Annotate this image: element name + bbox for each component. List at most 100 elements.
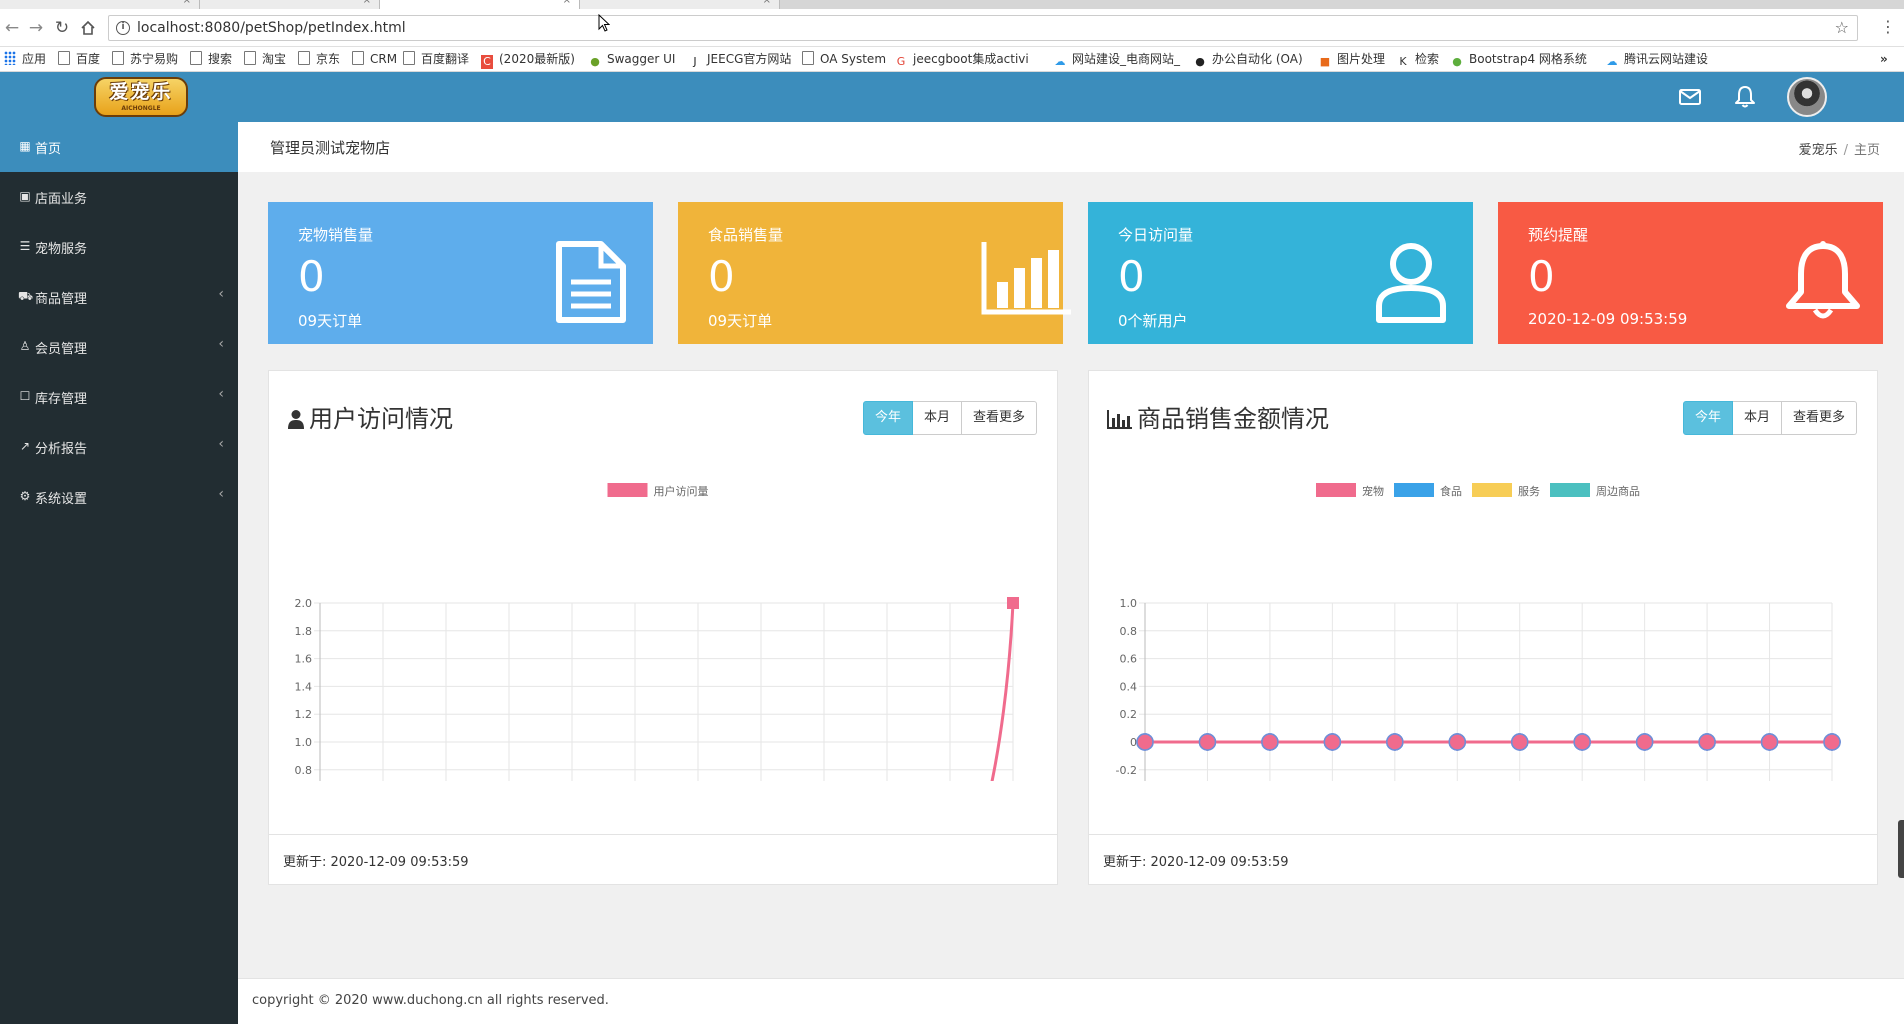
sales-btn-this-month[interactable]: 本月 [1732, 401, 1782, 435]
y-tick-label: 0.8 [1120, 625, 1138, 638]
browser-tabstrip: × × × × [0, 0, 1904, 9]
back-icon[interactable]: ← [2, 18, 22, 38]
bookmark-item[interactable]: ● Bootstrap4 网格系统 [1451, 51, 1587, 68]
content-header: 管理员测试宠物店 爱宠乐 / 主页 [238, 122, 1904, 172]
bookmark-item[interactable]: Gjeecgboot集成activi [895, 51, 1029, 68]
mouse-cursor-icon [598, 13, 611, 36]
bookmark-item[interactable]: ☁ 腾讯云网站建设 [1606, 51, 1709, 68]
sidebar-item[interactable]: ♙ 会员管理 ‹ [0, 322, 238, 372]
bookmark-item[interactable]: ● Swagger UI [589, 51, 675, 68]
app-logo[interactable]: 爱宠乐 AICHONGLE [94, 77, 188, 117]
bookmark-item[interactable]: CRM [352, 51, 397, 68]
visits-updated-text: 更新于: 2020-12-09 09:53:59 [283, 855, 469, 870]
legend-swatch [1394, 483, 1434, 497]
page-icon [802, 51, 814, 65]
close-icon[interactable]: × [183, 0, 191, 6]
sidebar-item[interactable]: ⚙ 系统设置 ‹ [0, 472, 238, 522]
close-icon[interactable]: × [363, 0, 371, 6]
visits-panel-title: 用户访问情况 [287, 399, 453, 435]
sidebar-item[interactable]: ☰ 宠物服务 [0, 222, 238, 272]
sidebar-item[interactable]: ▣ 店面业务 [0, 172, 238, 222]
bookmark-item[interactable]: 搜索 [190, 51, 232, 68]
visits-btn-this-month[interactable]: 本月 [912, 401, 962, 435]
bookmark-label: 搜索 [208, 52, 233, 66]
chevron-left-icon[interactable]: ‹ [218, 436, 224, 452]
envelope-icon[interactable] [1677, 84, 1703, 110]
browser-menu-icon[interactable]: ⋮ [1880, 17, 1896, 36]
file-text-icon [553, 240, 629, 324]
bookmark-label: OA System [820, 52, 887, 66]
bookmark-item[interactable]: 苏宁易购 [112, 51, 178, 68]
bookmark-item[interactable]: 百度翻译 [403, 51, 469, 68]
sidebar-item-label: 商品管理 [35, 292, 88, 307]
y-tick-label: 1.0 [1120, 597, 1138, 610]
list-icon: ☰ [19, 239, 31, 253]
bookmark-item[interactable]: OA System [802, 51, 886, 68]
bookmark-label: jeecgboot集成activi [913, 52, 1029, 66]
sales-line-chart: 宠物食品服务周边商品-1.0-0.8-0.6-0.4-0.200.20.40.6… [1116, 483, 1841, 781]
bookmarks-overflow-icon[interactable]: » [1880, 51, 1888, 68]
stat-box-value: 0 [708, 252, 735, 301]
sales-btn-more[interactable]: 查看更多 [1781, 401, 1857, 435]
user-avatar[interactable] [1787, 77, 1827, 117]
bookmark-item[interactable]: 应用 [4, 51, 46, 68]
browser-toolbar: ← → ↻ i localhost:8080/petShop/petIndex.… [0, 9, 1904, 47]
y-tick-label: 1.6 [295, 653, 313, 666]
visits-range-buttons: 今年 本月 查看更多 [862, 401, 1037, 435]
chevron-left-icon[interactable]: ‹ [218, 386, 224, 402]
sales-btn-this-year[interactable]: 今年 [1682, 401, 1733, 435]
close-icon[interactable]: × [763, 0, 771, 6]
browser-tab-active[interactable]: × [380, 0, 580, 9]
bookmark-star-icon[interactable]: ☆ [1835, 18, 1849, 37]
stat-box: 今日访问量 0 0个新用户 [1088, 202, 1473, 344]
browser-tab[interactable]: × [0, 0, 200, 9]
data-point [1698, 733, 1716, 751]
reload-icon[interactable]: ↻ [52, 18, 72, 38]
logo-subtext: AICHONGLE [121, 105, 161, 112]
sidebar-item[interactable]: ☐ 库存管理 ‹ [0, 372, 238, 422]
browser-tab[interactable]: × [580, 0, 780, 9]
stat-box: 食品销售量 0 09天订单 [678, 202, 1071, 344]
visits-btn-this-year[interactable]: 今年 [862, 401, 913, 435]
visits-btn-more[interactable]: 查看更多 [961, 401, 1037, 435]
chevron-left-icon[interactable]: ‹ [218, 336, 224, 352]
legend-label: 宠物 [1362, 484, 1384, 498]
data-point [1635, 733, 1654, 751]
y-tick-label: 1.4 [295, 680, 313, 693]
browser-tab[interactable]: × [200, 0, 380, 9]
c-icon: C [481, 55, 493, 69]
bookmark-label: 应用 [22, 52, 47, 66]
bookmark-item[interactable]: 淘宝 [244, 51, 286, 68]
bookmark-item[interactable]: J JEECG官方网站 [689, 51, 791, 68]
breadcrumb-root[interactable]: 爱宠乐 [1799, 143, 1838, 158]
close-icon[interactable]: × [563, 0, 571, 6]
sidebar-item[interactable]: ↗ 分析报告 ‹ [0, 422, 238, 472]
sidebar-item[interactable]: ⛟ 商品管理 ‹ [0, 272, 238, 322]
bookmark-item[interactable]: ■ 图片处理 [1319, 51, 1385, 68]
data-point [1136, 733, 1154, 751]
bookmark-item[interactable]: ☁ 网站建设_电商网站_ [1054, 51, 1181, 68]
bookmarks-bar: 应用 百度 苏宁易购 搜索 淘宝 京东 CRM 百度翻译 C (2020最新版) ● Swagger … [0, 47, 1904, 72]
bookmark-label: JEECG官方网站 [707, 52, 792, 66]
address-bar[interactable]: i localhost:8080/petShop/petIndex.html ☆ [108, 15, 1858, 41]
chevron-left-icon[interactable]: ‹ [218, 286, 224, 302]
office-icon: ■ [1319, 55, 1331, 68]
sidebar-item[interactable]: ▦ 首页 [0, 122, 238, 172]
bookmark-item[interactable]: C (2020最新版) [481, 51, 575, 69]
logo-text: 爱宠乐 [109, 81, 173, 103]
home-icon[interactable] [78, 18, 98, 38]
bookmark-item[interactable]: K 检索 [1397, 51, 1439, 68]
bookmark-item[interactable]: ● 办公自动化 (OA) [1194, 51, 1302, 68]
page-icon [112, 51, 124, 65]
data-point [1261, 733, 1279, 751]
forward-icon[interactable]: → [26, 18, 46, 38]
side-scroll-handle[interactable] [1898, 820, 1904, 878]
info-icon[interactable]: i [116, 21, 130, 35]
data-point [1386, 733, 1404, 751]
bookmark-item[interactable]: 京东 [298, 51, 340, 68]
chevron-left-icon[interactable]: ‹ [218, 486, 224, 502]
bookmark-item[interactable]: 百度 [58, 51, 100, 68]
bookmark-label: 网站建设_电商网站_ [1072, 52, 1181, 66]
bell-icon[interactable] [1732, 84, 1758, 110]
y-tick-label: 0.6 [1120, 653, 1138, 666]
